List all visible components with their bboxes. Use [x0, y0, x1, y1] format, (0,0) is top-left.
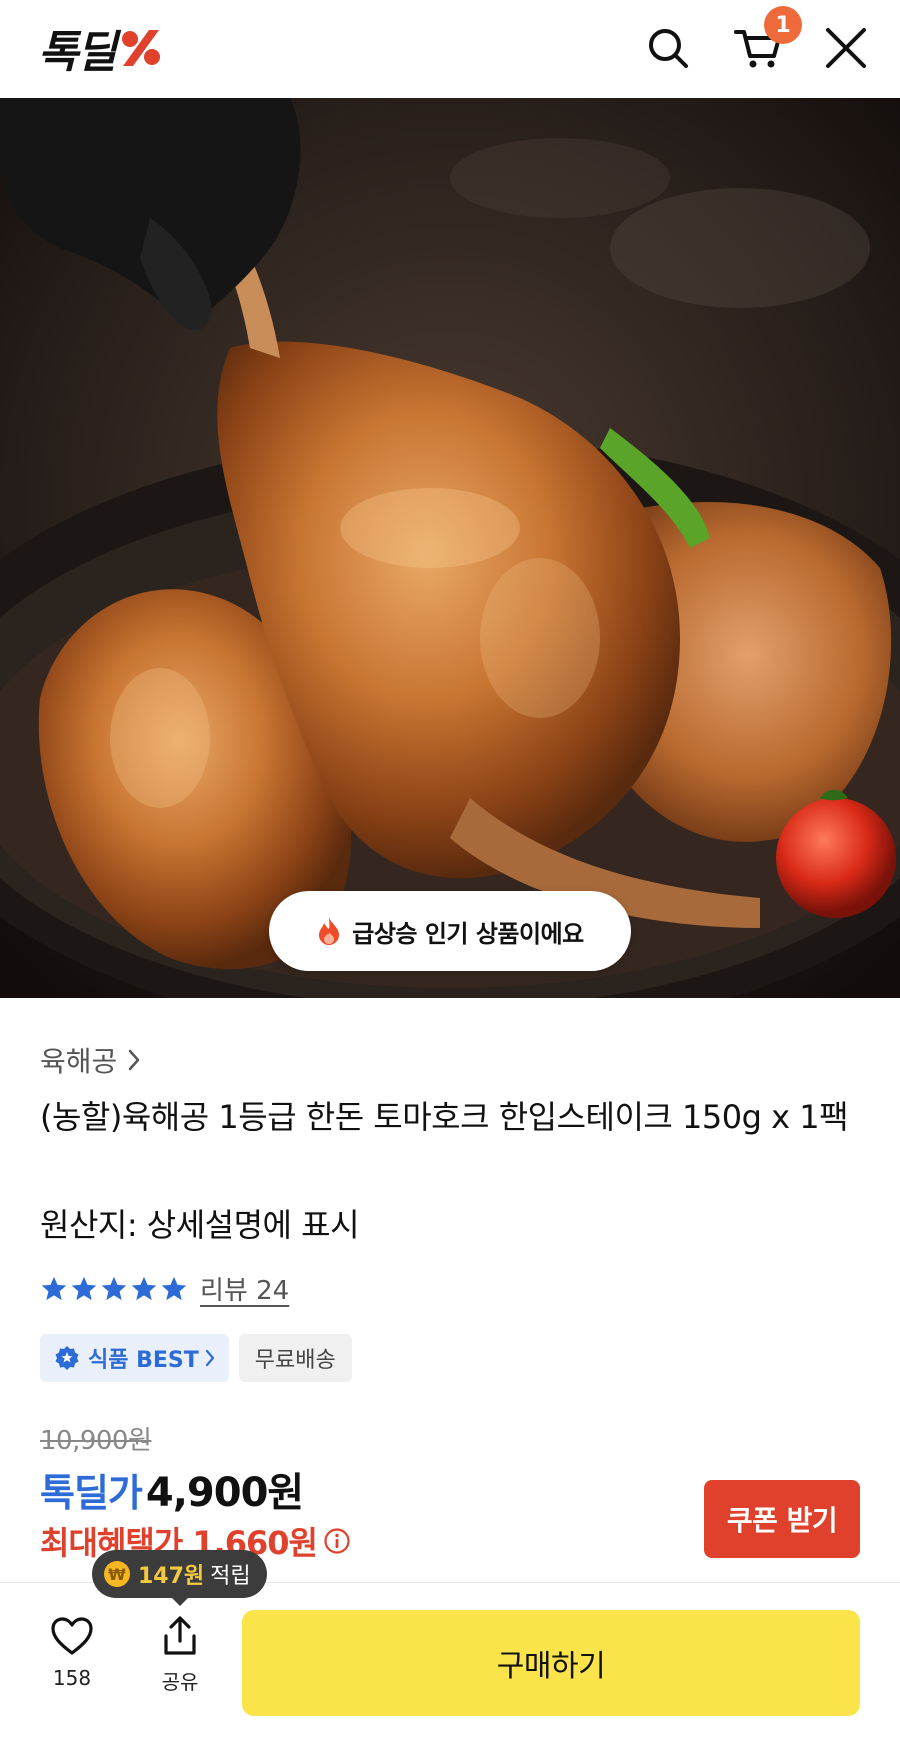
cart-count-badge: 1 — [764, 6, 802, 44]
points-label: 적립 — [210, 1564, 251, 1589]
star-rating — [40, 1275, 190, 1303]
share-icon — [164, 1616, 196, 1655]
food-best-label: 식품 BEST — [88, 1348, 199, 1373]
chevron-right-icon — [129, 1049, 140, 1071]
close-button[interactable] — [818, 20, 874, 76]
fire-icon — [319, 917, 340, 945]
deal-price-label: 톡딜가 — [40, 1471, 143, 1515]
steak-photo — [0, 98, 900, 998]
star-icon — [101, 1276, 127, 1300]
chevron-right-icon — [205, 1349, 214, 1367]
share-button[interactable]: 공유 — [144, 1616, 216, 1716]
close-icon — [826, 28, 866, 68]
free-shipping-badge: 무료배송 — [238, 1334, 352, 1382]
deal-price-row: 톡딜가 4,900원 — [40, 1460, 304, 1518]
rating-row[interactable]: 리뷰 24 — [40, 1270, 289, 1307]
top-header: 톡딜 1 — [0, 0, 900, 98]
review-count-link[interactable]: 리뷰 24 — [200, 1270, 289, 1307]
star-icon — [131, 1276, 157, 1300]
search-button[interactable] — [640, 20, 696, 76]
buy-button[interactable]: 구매하기 — [242, 1610, 860, 1716]
logo-percent-mark — [121, 30, 160, 66]
star-icon — [161, 1276, 187, 1300]
logo[interactable]: 톡딜 — [38, 22, 163, 78]
trending-badge-text: 급상승 인기 상품이에요 — [352, 919, 584, 948]
trending-badge: 급상승 인기 상품이에요 — [269, 891, 631, 971]
logo-text: 톡딜 — [38, 27, 117, 78]
search-icon — [649, 29, 688, 68]
badge-star-icon — [55, 1346, 79, 1370]
product-title: (농할)육해공 1등급 한돈 토마호크 한입스테이크 150g x 1팩 — [40, 1098, 849, 1136]
points-amount: 147원 — [138, 1564, 205, 1589]
get-coupon-button[interactable]: 쿠폰 받기 — [704, 1480, 860, 1558]
badge-row: 식품 BEST 무료배송 — [40, 1334, 352, 1382]
brand-name: 육해공 — [40, 1045, 118, 1078]
product-origin: 원산지: 상세설명에 표시 — [40, 1206, 360, 1244]
deal-price: 4,900원 — [145, 1470, 304, 1516]
info-icon[interactable] — [323, 1527, 351, 1555]
original-price: 10,900원 — [40, 1426, 152, 1456]
star-icon — [41, 1276, 67, 1300]
coin-icon: ₩ — [104, 1561, 130, 1587]
like-count: 158 — [52, 1666, 92, 1690]
points-tooltip: ₩ 147원 적립 — [92, 1550, 267, 1598]
brand-link[interactable]: 육해공 — [40, 1040, 141, 1080]
share-label: 공유 — [161, 1670, 199, 1694]
product-image[interactable] — [0, 98, 900, 998]
star-icon — [71, 1276, 97, 1300]
like-button[interactable]: 158 — [36, 1616, 108, 1716]
food-best-badge[interactable]: 식품 BEST — [40, 1334, 229, 1382]
points-tooltip-arrow — [170, 1596, 190, 1606]
heart-icon — [51, 1617, 93, 1655]
